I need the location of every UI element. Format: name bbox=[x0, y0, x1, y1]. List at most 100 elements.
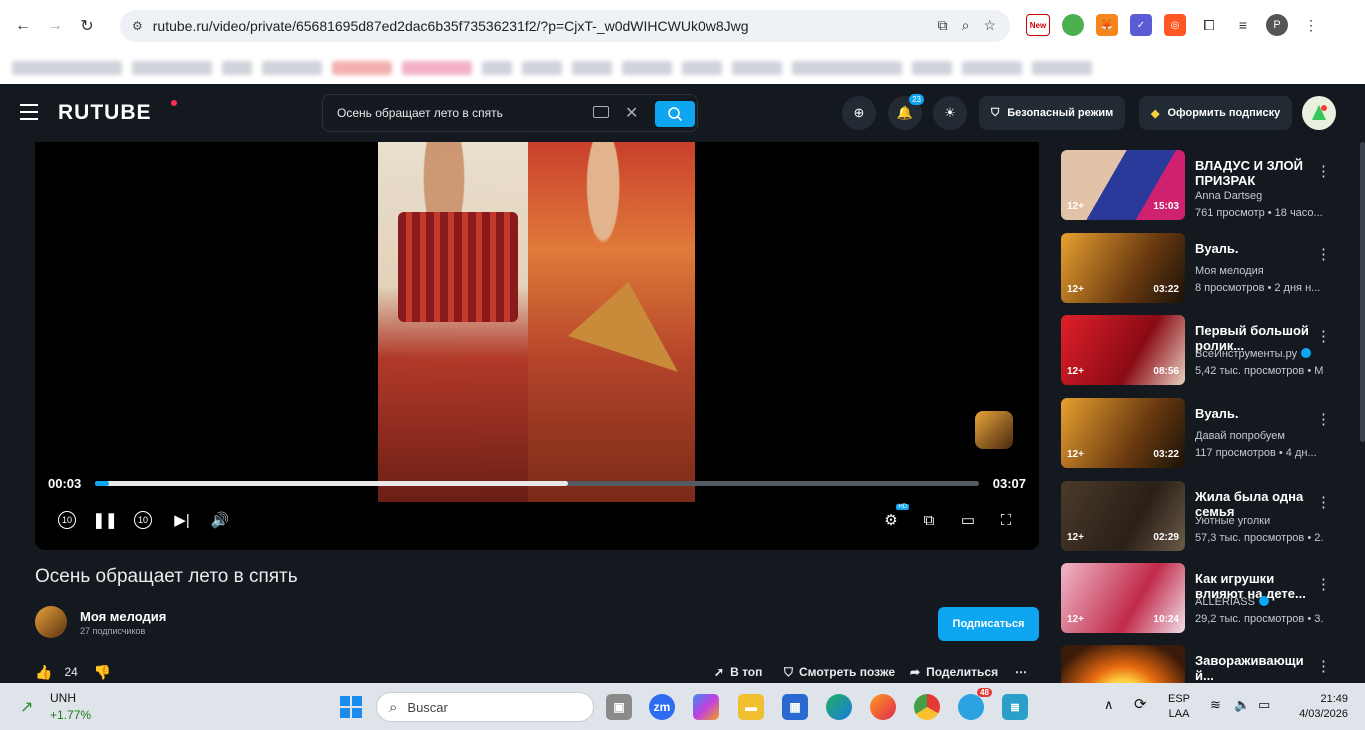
reload-icon[interactable]: ↻ bbox=[74, 13, 100, 39]
pause-button[interactable]: ❚❚ bbox=[92, 508, 117, 532]
new-extension-icon[interactable]: New bbox=[1026, 14, 1050, 36]
recommendation-card[interactable]: 12+ 10:24 Как игрушки влияют на дете... … bbox=[1061, 563, 1341, 633]
video-thumbnail[interactable]: 12+ 15:03 bbox=[1061, 150, 1185, 220]
recommendation-card[interactable]: Завораживающи й... ⋮ bbox=[1061, 645, 1341, 683]
extension-orange-icon[interactable]: ◎ bbox=[1164, 14, 1186, 36]
copilot-icon[interactable] bbox=[693, 694, 719, 720]
card-title[interactable]: ВЛАДУС И ЗЛОЙ ПРИЗРАК bbox=[1195, 158, 1323, 188]
firefox-icon[interactable] bbox=[870, 694, 896, 720]
bookmark-item[interactable] bbox=[912, 61, 952, 75]
tray-chevron-icon[interactable]: ∧ bbox=[1104, 697, 1114, 713]
store-icon[interactable]: ▦ bbox=[782, 694, 808, 720]
bookmark-item[interactable] bbox=[522, 61, 562, 75]
wifi-icon[interactable]: ≋ bbox=[1210, 697, 1221, 713]
volume-icon[interactable]: 🔈 bbox=[1234, 697, 1250, 713]
pip-button[interactable]: ⧉ bbox=[917, 508, 941, 532]
bookmark-item[interactable] bbox=[132, 61, 212, 75]
bookmark-item[interactable] bbox=[732, 61, 782, 75]
card-title[interactable]: Завораживающи й... bbox=[1195, 653, 1323, 683]
zoom-app-icon[interactable]: zm bbox=[649, 694, 675, 720]
volume-button[interactable]: 🔊 bbox=[208, 508, 232, 532]
search-input[interactable]: Осень обращает лето в спять bbox=[337, 106, 503, 120]
language-indicator[interactable]: ESP LAA bbox=[1168, 693, 1190, 720]
bookmark-item[interactable] bbox=[572, 61, 612, 75]
card-menu-icon[interactable]: ⋮ bbox=[1316, 575, 1331, 593]
card-title[interactable]: Вуаль. bbox=[1195, 241, 1323, 256]
search-box[interactable]: Осень обращает лето в спять ✕ bbox=[322, 94, 698, 132]
subscribe-button[interactable]: Подписаться bbox=[938, 607, 1039, 641]
bookmark-item[interactable] bbox=[262, 61, 322, 75]
recommendation-card[interactable]: 12+ 02:29 Жила была одна семья Уютные уг… bbox=[1061, 481, 1341, 551]
channel-name[interactable]: Моя мелодия bbox=[80, 609, 166, 624]
chrome-icon[interactable] bbox=[914, 694, 940, 720]
card-title[interactable]: Вуаль. bbox=[1195, 406, 1323, 421]
card-menu-icon[interactable]: ⋮ bbox=[1316, 493, 1331, 511]
video-thumbnail[interactable]: 12+ 03:22 bbox=[1061, 398, 1185, 468]
subscription-button[interactable]: ◆ Оформить подписку bbox=[1139, 96, 1293, 130]
bookmark-item[interactable] bbox=[402, 61, 472, 75]
safe-mode-button[interactable]: ⛉ Безопасный режим bbox=[979, 96, 1126, 130]
watch-later-button[interactable]: ⛉ Смотреть позже bbox=[784, 663, 895, 681]
more-actions-button[interactable]: ⋯ bbox=[1015, 663, 1027, 681]
card-channel[interactable]: ALLERIASS bbox=[1195, 596, 1269, 608]
card-channel[interactable]: Anna Dartseg bbox=[1195, 190, 1262, 202]
video-thumbnail[interactable] bbox=[1061, 645, 1185, 683]
bookmark-item[interactable] bbox=[622, 61, 672, 75]
card-menu-icon[interactable]: ⋮ bbox=[1316, 657, 1331, 675]
recommendation-card[interactable]: 12+ 03:22 Вуаль. Моя мелодия 8 просмотро… bbox=[1061, 233, 1341, 303]
sidebar-scrollbar[interactable] bbox=[1360, 142, 1365, 442]
battery-icon[interactable]: ▭ bbox=[1258, 697, 1270, 713]
card-menu-icon[interactable]: ⋮ bbox=[1316, 162, 1331, 180]
keyboard-icon[interactable] bbox=[593, 106, 609, 118]
channel-avatar[interactable] bbox=[35, 606, 67, 638]
menu-burger-icon[interactable] bbox=[20, 104, 38, 120]
telegram-icon[interactable]: 48 bbox=[958, 688, 992, 720]
like-icon[interactable]: 👍 bbox=[35, 664, 52, 681]
bookmark-item[interactable] bbox=[12, 61, 122, 75]
action-top-button[interactable]: ➚ В топ bbox=[714, 663, 762, 681]
back-icon[interactable]: ← bbox=[10, 13, 36, 39]
forward-icon[interactable]: → bbox=[42, 13, 68, 39]
address-bar[interactable]: ⚙ rutube.ru/video/private/65681695d87ed2… bbox=[120, 10, 1010, 42]
bookmark-item[interactable] bbox=[962, 61, 1022, 75]
clock[interactable]: 21:49 4/03/2026 bbox=[1288, 693, 1348, 720]
search-button[interactable] bbox=[655, 101, 695, 127]
video-thumbnail[interactable]: 12+ 02:29 bbox=[1061, 481, 1185, 551]
site-info-icon[interactable]: ⚙ bbox=[132, 19, 143, 33]
translate-icon[interactable]: ⧉ bbox=[938, 17, 948, 34]
card-channel[interactable]: Давай попробуем bbox=[1195, 430, 1285, 442]
bookmark-item[interactable] bbox=[482, 61, 512, 75]
media-control-icon[interactable]: ≡ bbox=[1232, 14, 1254, 36]
card-menu-icon[interactable]: ⋮ bbox=[1316, 245, 1331, 263]
file-explorer-icon[interactable]: ▬ bbox=[738, 694, 764, 720]
start-button[interactable] bbox=[338, 694, 364, 720]
upload-button[interactable]: ⊕ bbox=[842, 96, 876, 130]
card-channel[interactable]: Уютные уголки bbox=[1195, 515, 1270, 527]
video-thumbnail[interactable]: 12+ 10:24 bbox=[1061, 563, 1185, 633]
card-menu-icon[interactable]: ⋮ bbox=[1316, 410, 1331, 428]
settings-button[interactable]: ⚙ HD bbox=[879, 504, 909, 532]
bookmark-item[interactable] bbox=[332, 61, 392, 75]
theme-toggle-button[interactable]: ☀ bbox=[933, 96, 967, 130]
recommendation-card[interactable]: 12+ 03:22 Вуаль. Давай попробуем 117 про… bbox=[1061, 398, 1341, 468]
channel-watermark-avatar[interactable] bbox=[975, 411, 1013, 449]
clear-search-icon[interactable]: ✕ bbox=[625, 103, 638, 123]
sync-icon[interactable]: ⟳ bbox=[1134, 695, 1147, 713]
forward-10-button[interactable]: 10 bbox=[131, 508, 155, 532]
bookmark-item[interactable] bbox=[222, 61, 252, 75]
extension-green-icon[interactable] bbox=[1062, 14, 1084, 36]
rutube-logo[interactable]: RUTUBE bbox=[58, 101, 152, 125]
fullscreen-button[interactable]: ⛶ bbox=[994, 508, 1018, 532]
profile-avatar[interactable]: P bbox=[1266, 14, 1288, 36]
next-button[interactable]: ▶| bbox=[170, 508, 194, 532]
card-menu-icon[interactable]: ⋮ bbox=[1316, 327, 1331, 345]
stock-widget[interactable]: UNH +1.77% bbox=[50, 691, 91, 722]
share-button[interactable]: ➦ Поделиться bbox=[910, 663, 998, 681]
card-channel[interactable]: Моя мелодия bbox=[1195, 265, 1264, 277]
shield-extension-icon[interactable]: ✓ bbox=[1130, 14, 1152, 36]
recommendation-card[interactable]: 12+ 15:03 ВЛАДУС И ЗЛОЙ ПРИЗРАК Anna Dar… bbox=[1061, 150, 1341, 220]
theater-mode-button[interactable]: ▭ bbox=[956, 508, 980, 532]
bookmark-item[interactable] bbox=[682, 61, 722, 75]
edge-icon[interactable] bbox=[826, 694, 852, 720]
dislike-icon[interactable]: 👎 bbox=[94, 664, 111, 681]
